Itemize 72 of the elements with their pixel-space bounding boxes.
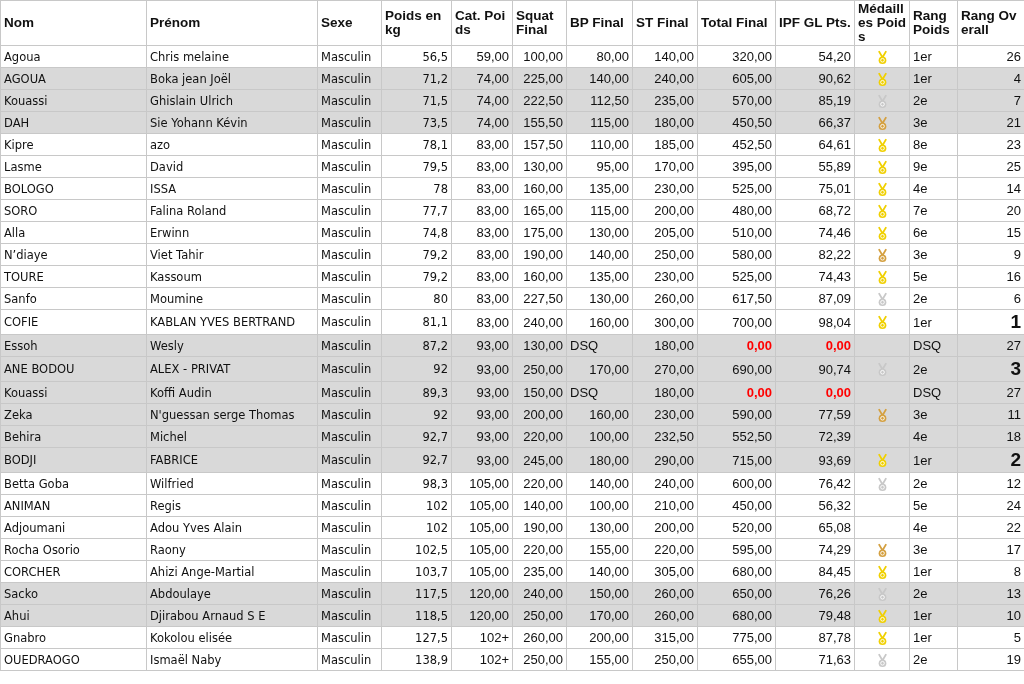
column-header: Sexe [317,0,382,46]
table-cell: Erwinn [146,221,318,244]
table-cell: Raony [146,538,318,561]
table-cell: Kassoum [146,265,318,288]
table-cell: Michel [146,425,318,448]
table-cell: KABLAN YVES BERTRAND [146,309,318,335]
table-cell: 700,00 [697,309,776,335]
column-header: Nom [0,0,147,46]
table-cell: COFIE [0,309,147,335]
table-cell: FABRICE [146,447,318,473]
table-cell: Abdoulaye [146,582,318,605]
table-cell: N'guessan serge Thomas [146,403,318,426]
table-cell: ANIMAN [0,494,147,517]
table-cell: Koffi Audin [146,381,318,404]
column-header: Rang Overall [957,0,1024,46]
table-cell: Alla [0,221,147,244]
table-cell: Adou Yves Alain [146,516,318,539]
table-cell: Sie Yohann Kévin [146,111,318,134]
column-header: Rang Poids [909,0,958,46]
table-cell: Viet Tahir [146,243,318,266]
table-cell: azo [146,133,318,156]
table-cell: Sanfo [0,287,147,310]
table-cell: Kokolou elisée [146,626,318,649]
table-cell: Zeka [0,403,147,426]
table-cell: Ismaël Naby [146,648,318,671]
table-cell: Wilfried [146,472,318,495]
table-cell: Kouassi [0,89,147,112]
table-cell: Chris melaine [146,45,318,68]
table-cell: BOLOGO [0,177,147,200]
table-cell: Djirabou Arnaud S E [146,604,318,627]
table-cell: Ahizi Ange-Martial [146,560,318,583]
table-cell: Kipre [0,133,147,156]
column-header: Total Final [697,0,776,46]
table-cell: Betta Goba [0,472,147,495]
column-header: IPF GL Pts. [775,0,855,46]
table-cell: David [146,155,318,178]
table-cell: SORO [0,199,147,222]
table-cell: Adjoumani [0,516,147,539]
table-cell: Falina Roland [146,199,318,222]
table-cell: ANE BODOU [0,356,147,382]
table-cell: Boka jean Joël [146,67,318,90]
table-cell: ISSA [146,177,318,200]
table-cell: N’diaye [0,243,147,266]
table-cell: Lasme [0,155,147,178]
column-header: Poids en kg [381,0,452,46]
table-cell: OUEDRAOGO [0,648,147,671]
table-cell: 715,00 [697,447,776,473]
table-cell: CORCHER [0,560,147,583]
table-cell: Kouassi [0,381,147,404]
table-cell: Ghislain Ulrich [146,89,318,112]
column-header: ST Final [632,0,698,46]
column-header: Prénom [146,0,318,46]
table-cell: Essoh [0,334,147,357]
table-cell: Moumine [146,287,318,310]
table-cell: Rocha Osorio [0,538,147,561]
table-cell: AGOUA [0,67,147,90]
table-cell: Regis [146,494,318,517]
table-cell: Gnabro [0,626,147,649]
table-cell: Ahui [0,604,147,627]
table-cell: BODJI [0,447,147,473]
table-cell: Agoua [0,45,147,68]
table-cell: 690,00 [697,356,776,382]
column-header: Cat. Poids [451,0,513,46]
column-header: Squat Final [512,0,567,46]
table-cell: DAH [0,111,147,134]
table-cell: Sacko [0,582,147,605]
table-cell: TOURE [0,265,147,288]
table-cell: Wesly [146,334,318,357]
table-cell: ALEX - PRIVAT [146,356,318,382]
column-header: BP Final [566,0,633,46]
column-header: Médailles Poids [854,0,910,46]
table-cell: Behira [0,425,147,448]
